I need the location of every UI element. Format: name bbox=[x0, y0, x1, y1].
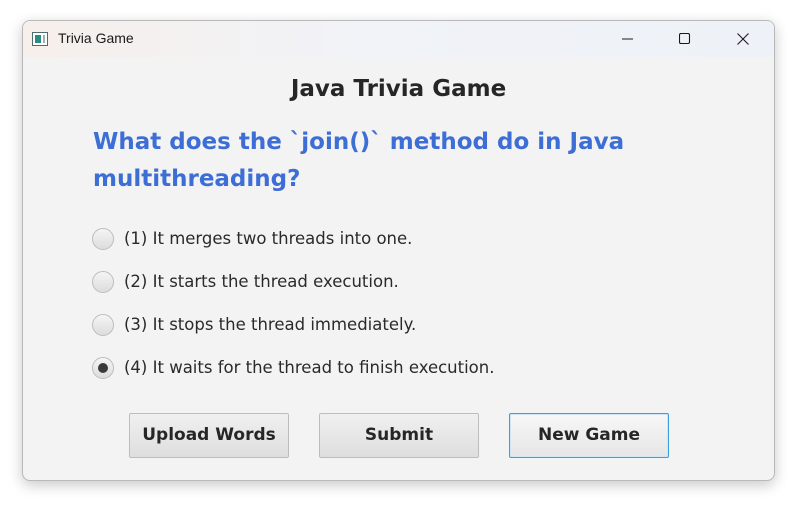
maximize-icon bbox=[679, 33, 691, 45]
minimize-icon bbox=[622, 38, 633, 40]
window-title: Trivia Game bbox=[58, 30, 134, 46]
answer-option-3[interactable]: (3) It stops the thread immediately. bbox=[92, 314, 612, 340]
answer-option-label: (4) It waits for the thread to finish ex… bbox=[124, 358, 495, 377]
app-window: Trivia Game Java Trivia Game What does t… bbox=[22, 20, 775, 481]
game-panel: Java Trivia Game What does the `join()` … bbox=[23, 57, 774, 480]
radio-button-2[interactable] bbox=[92, 271, 114, 293]
answer-option-label: (3) It stops the thread immediately. bbox=[124, 315, 417, 334]
maximize-button[interactable] bbox=[662, 21, 708, 57]
close-button[interactable] bbox=[720, 21, 766, 57]
upload-words-button[interactable]: Upload Words bbox=[129, 413, 289, 458]
answer-option-label: (1) It merges two threads into one. bbox=[124, 229, 413, 248]
app-window-icon bbox=[32, 32, 48, 46]
answer-option-4[interactable]: (4) It waits for the thread to finish ex… bbox=[92, 357, 612, 383]
radio-selected-dot bbox=[98, 363, 108, 373]
close-icon bbox=[737, 33, 749, 45]
radio-button-1[interactable] bbox=[92, 228, 114, 250]
submit-button[interactable]: Submit bbox=[319, 413, 479, 458]
title-bar[interactable]: Trivia Game bbox=[23, 21, 774, 57]
question-text: What does the `join()` method do in Java… bbox=[93, 129, 625, 192]
new-game-button[interactable]: New Game bbox=[509, 413, 669, 458]
radio-button-3[interactable] bbox=[92, 314, 114, 336]
minimize-button[interactable] bbox=[605, 21, 651, 57]
game-heading: Java Trivia Game bbox=[290, 76, 507, 102]
answer-option-1[interactable]: (1) It merges two threads into one. bbox=[92, 228, 612, 254]
answer-option-label: (2) It starts the thread execution. bbox=[124, 272, 399, 291]
radio-button-4-selected[interactable] bbox=[92, 357, 114, 379]
answer-option-2[interactable]: (2) It starts the thread execution. bbox=[92, 271, 612, 297]
